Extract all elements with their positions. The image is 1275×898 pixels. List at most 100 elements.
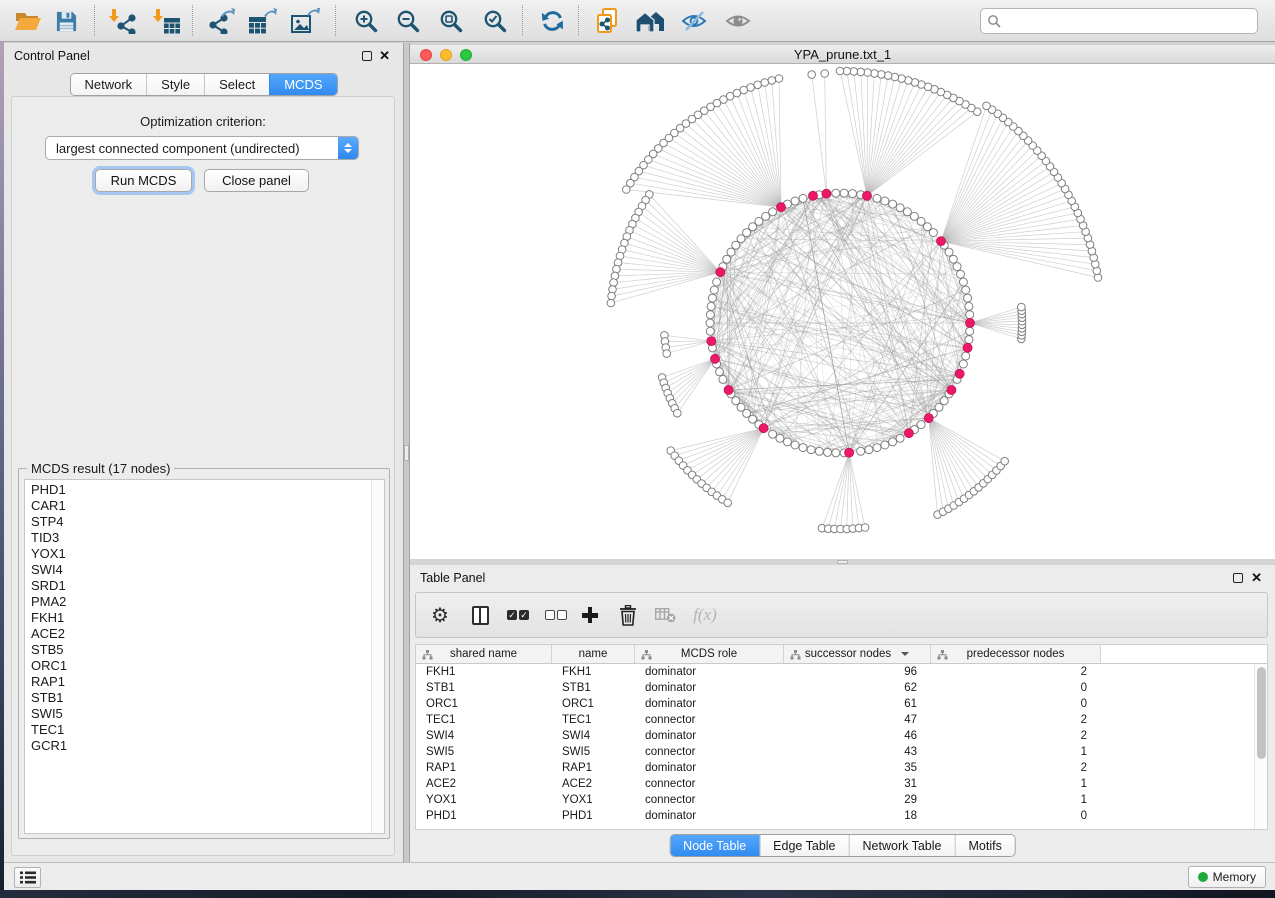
graph-leaf-node[interactable] <box>754 81 762 89</box>
settings-icon[interactable]: ⚙ <box>428 593 452 637</box>
graph-node[interactable] <box>824 448 832 456</box>
graph-node[interactable] <box>910 212 918 220</box>
tab-mcds[interactable]: MCDS <box>269 74 336 95</box>
table-row[interactable]: SWI4SWI4dominator462 <box>416 728 1254 744</box>
table-row[interactable]: SWI5SWI5connector431 <box>416 744 1254 760</box>
table-cell[interactable]: 31 <box>784 778 931 790</box>
graph-node[interactable] <box>723 255 731 263</box>
graph-node[interactable] <box>769 430 777 438</box>
table-row[interactable]: PHD1PHD1dominator180 <box>416 808 1254 824</box>
graph-node[interactable] <box>959 360 967 368</box>
table-cell[interactable]: 46 <box>784 730 931 742</box>
network-canvas[interactable] <box>410 64 1275 559</box>
graph-node[interactable] <box>815 447 823 455</box>
graph-node[interactable] <box>957 270 965 278</box>
graph-leaf-node[interactable] <box>1018 303 1026 311</box>
table-cell[interactable]: 18 <box>784 810 931 822</box>
sort-chevron-icon[interactable] <box>901 652 909 656</box>
graph-hub-node[interactable] <box>809 191 818 200</box>
export-image-icon[interactable] <box>287 3 323 39</box>
mcds-result-item[interactable]: YOX1 <box>25 546 370 562</box>
tab-network-table[interactable]: Network Table <box>849 835 955 856</box>
table-cell[interactable]: 0 <box>931 698 1101 710</box>
open-file-icon[interactable] <box>10 3 46 39</box>
export-network-icon[interactable] <box>204 3 240 39</box>
table-cell[interactable]: ORC1 <box>552 698 635 710</box>
graph-node[interactable] <box>719 375 727 383</box>
mcds-result-item[interactable]: STB1 <box>25 690 370 706</box>
graph-node[interactable] <box>962 352 970 360</box>
mcds-result-item[interactable]: FKH1 <box>25 610 370 626</box>
graph-hub-node[interactable] <box>963 343 972 352</box>
table-cell[interactable]: PHD1 <box>416 810 552 822</box>
column-header-mcds-role[interactable]: MCDS role <box>635 645 784 663</box>
table-cell[interactable]: 2 <box>931 762 1101 774</box>
table-cell[interactable]: connector <box>635 778 784 790</box>
graph-leaf-node[interactable] <box>724 499 732 507</box>
graph-node[interactable] <box>832 449 840 457</box>
graph-node[interactable] <box>791 197 799 205</box>
table-cell[interactable]: STB1 <box>416 682 552 694</box>
table-cell[interactable]: SWI5 <box>552 746 635 758</box>
graph-hub-node[interactable] <box>707 337 716 346</box>
close-panel-button[interactable]: Close panel <box>204 169 309 192</box>
import-table-icon[interactable] <box>148 3 184 39</box>
graph-node[interactable] <box>713 278 721 286</box>
table-cell[interactable]: 35 <box>784 762 931 774</box>
network-window-titlebar[interactable]: YPA_prune.txt_1 <box>410 45 1275 64</box>
graph-leaf-node[interactable] <box>623 186 631 194</box>
graph-hub-node[interactable] <box>955 369 964 378</box>
table-cell[interactable]: 0 <box>931 682 1101 694</box>
column-header-name[interactable]: name <box>552 645 635 663</box>
float-panel-icon[interactable] <box>362 51 372 61</box>
column-header-shared-name[interactable]: shared name <box>416 645 552 663</box>
graph-hub-node[interactable] <box>937 237 946 246</box>
table-cell[interactable]: 0 <box>931 810 1101 822</box>
table-cell[interactable]: 96 <box>784 666 931 678</box>
deselect-all-icon[interactable] <box>542 593 570 637</box>
graph-leaf-node[interactable] <box>884 72 892 80</box>
graph-node[interactable] <box>832 189 840 197</box>
table-cell[interactable]: 61 <box>784 698 931 710</box>
graph-node[interactable] <box>953 263 961 271</box>
float-panel-icon[interactable] <box>1233 573 1243 583</box>
graph-node[interactable] <box>949 255 957 263</box>
graph-node[interactable] <box>706 319 714 327</box>
search-input[interactable] <box>1001 14 1251 28</box>
table-cell[interactable]: 1 <box>931 746 1101 758</box>
graph-hub-node[interactable] <box>711 354 720 363</box>
table-cell[interactable]: connector <box>635 794 784 806</box>
mcds-result-item[interactable]: CAR1 <box>25 498 370 514</box>
export-table-icon[interactable] <box>244 3 280 39</box>
table-cell[interactable]: dominator <box>635 682 784 694</box>
table-cell[interactable]: FKH1 <box>552 666 635 678</box>
mcds-result-item[interactable]: SWI4 <box>25 562 370 578</box>
mcds-result-item[interactable]: GCR1 <box>25 738 370 754</box>
graph-leaf-node[interactable] <box>861 524 869 532</box>
table-cell[interactable]: 1 <box>931 778 1101 790</box>
graph-node[interactable] <box>873 194 881 202</box>
table-cell[interactable]: dominator <box>635 810 784 822</box>
mcds-result-item[interactable]: TID3 <box>25 530 370 546</box>
graph-leaf-node[interactable] <box>808 71 816 79</box>
graph-node[interactable] <box>966 311 974 319</box>
graph-node[interactable] <box>710 286 718 294</box>
graph-node[interactable] <box>881 197 889 205</box>
graph-node[interactable] <box>966 327 974 335</box>
graph-node[interactable] <box>917 421 925 429</box>
mcds-result-item[interactable]: ORC1 <box>25 658 370 674</box>
graph-node[interactable] <box>732 241 740 249</box>
column-header-predecessor-nodes[interactable]: predecessor nodes <box>931 645 1101 663</box>
table-cell[interactable]: SWI4 <box>552 730 635 742</box>
table-cell[interactable]: SWI4 <box>416 730 552 742</box>
network-overview-icon[interactable] <box>632 3 668 39</box>
refresh-icon[interactable] <box>534 3 570 39</box>
table-cell[interactable]: connector <box>635 714 784 726</box>
graph-leaf-node[interactable] <box>775 75 783 83</box>
table-cell[interactable]: YOX1 <box>416 794 552 806</box>
table-cell[interactable]: SWI5 <box>416 746 552 758</box>
graph-leaf-node[interactable] <box>821 70 829 78</box>
mcds-result-item[interactable]: PHD1 <box>25 482 370 498</box>
table-cell[interactable]: dominator <box>635 762 784 774</box>
tab-edge-table[interactable]: Edge Table <box>759 835 848 856</box>
